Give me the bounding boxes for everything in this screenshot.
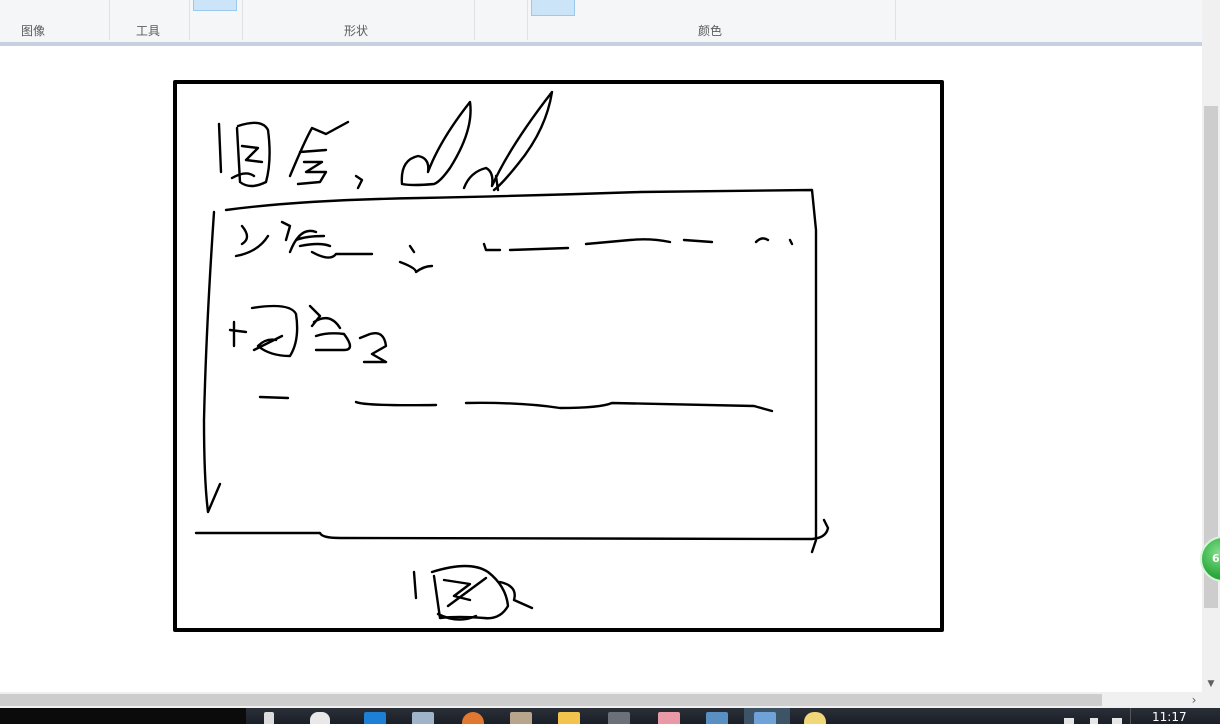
ink-stroke [464, 401, 774, 413]
group-divider [527, 0, 528, 40]
taskbar-clock[interactable]: 11:17 [1152, 710, 1187, 724]
vertical-scrollbar[interactable]: ▼ [1202, 0, 1220, 692]
ink-stroke [462, 90, 554, 192]
ink-stroke [308, 304, 388, 364]
selected-color-tile[interactable] [531, 0, 575, 16]
ink-stroke [296, 148, 328, 186]
ribbon: 图像 工具 形状 颜色 [0, 0, 1202, 43]
terminal-icon[interactable] [608, 712, 630, 724]
apple-icon[interactable] [310, 712, 330, 724]
ink-stroke [442, 576, 534, 610]
ink-stroke [240, 144, 264, 164]
ink-stroke [234, 224, 270, 258]
ink-stroke [584, 238, 714, 246]
eraser-app-icon[interactable] [658, 712, 680, 724]
ink-stroke [754, 237, 794, 246]
group-label-image[interactable]: 图像 [21, 22, 45, 39]
ink-stroke [250, 304, 299, 358]
taskbar-divider [1130, 708, 1131, 724]
ink-stroke [354, 174, 364, 190]
folder-icon[interactable] [558, 712, 580, 724]
ink-stroke [288, 120, 350, 178]
tool-app-icon[interactable] [706, 712, 728, 724]
group-divider [895, 0, 896, 40]
scrollbar-corner [1202, 692, 1220, 708]
group-divider [474, 0, 475, 40]
ink-stroke [280, 220, 374, 259]
ink-stroke [354, 400, 438, 407]
notepad-icon[interactable] [804, 712, 826, 724]
group-divider [109, 0, 110, 40]
horizontal-scroll-thumb[interactable] [0, 694, 1102, 706]
floating-status-value: 62 [1212, 552, 1220, 565]
inner-box [194, 518, 830, 541]
monitor-app-icon[interactable] [412, 712, 434, 724]
ink-stroke [412, 570, 418, 600]
task-view-icon[interactable] [264, 712, 274, 724]
group-divider [242, 0, 243, 40]
document-app-icon[interactable] [510, 712, 532, 724]
group-label-tools[interactable]: 工具 [136, 22, 160, 39]
horizontal-scrollbar[interactable] [0, 692, 1202, 708]
ink-stroke [398, 244, 434, 274]
group-label-colors[interactable]: 颜色 [698, 22, 722, 39]
tray-icon[interactable] [1064, 718, 1074, 724]
blue-app-icon[interactable] [364, 712, 386, 724]
tray-icon[interactable] [1112, 718, 1122, 724]
taskbar-blank-area [0, 708, 246, 724]
vertical-scroll-thumb[interactable] [1204, 106, 1218, 608]
selected-brush-tile[interactable] [193, 0, 237, 11]
ink-stroke [258, 395, 290, 400]
group-divider [189, 0, 190, 40]
scroll-right-arrow-icon[interactable]: › [1186, 692, 1202, 708]
paint-canvas[interactable] [173, 80, 945, 634]
ink-stroke [228, 320, 248, 348]
tray-icon[interactable] [1090, 718, 1098, 724]
ink-stroke [482, 242, 570, 252]
ink-stroke [230, 172, 256, 180]
scroll-down-arrow-icon[interactable]: ▼ [1202, 676, 1220, 692]
inner-box [202, 210, 222, 514]
ink-stroke [217, 122, 223, 174]
group-label-shapes[interactable]: 形状 [344, 22, 368, 39]
ink-stroke [430, 564, 510, 620]
paint-app-icon[interactable] [754, 712, 776, 724]
ink-stroke [400, 100, 472, 187]
